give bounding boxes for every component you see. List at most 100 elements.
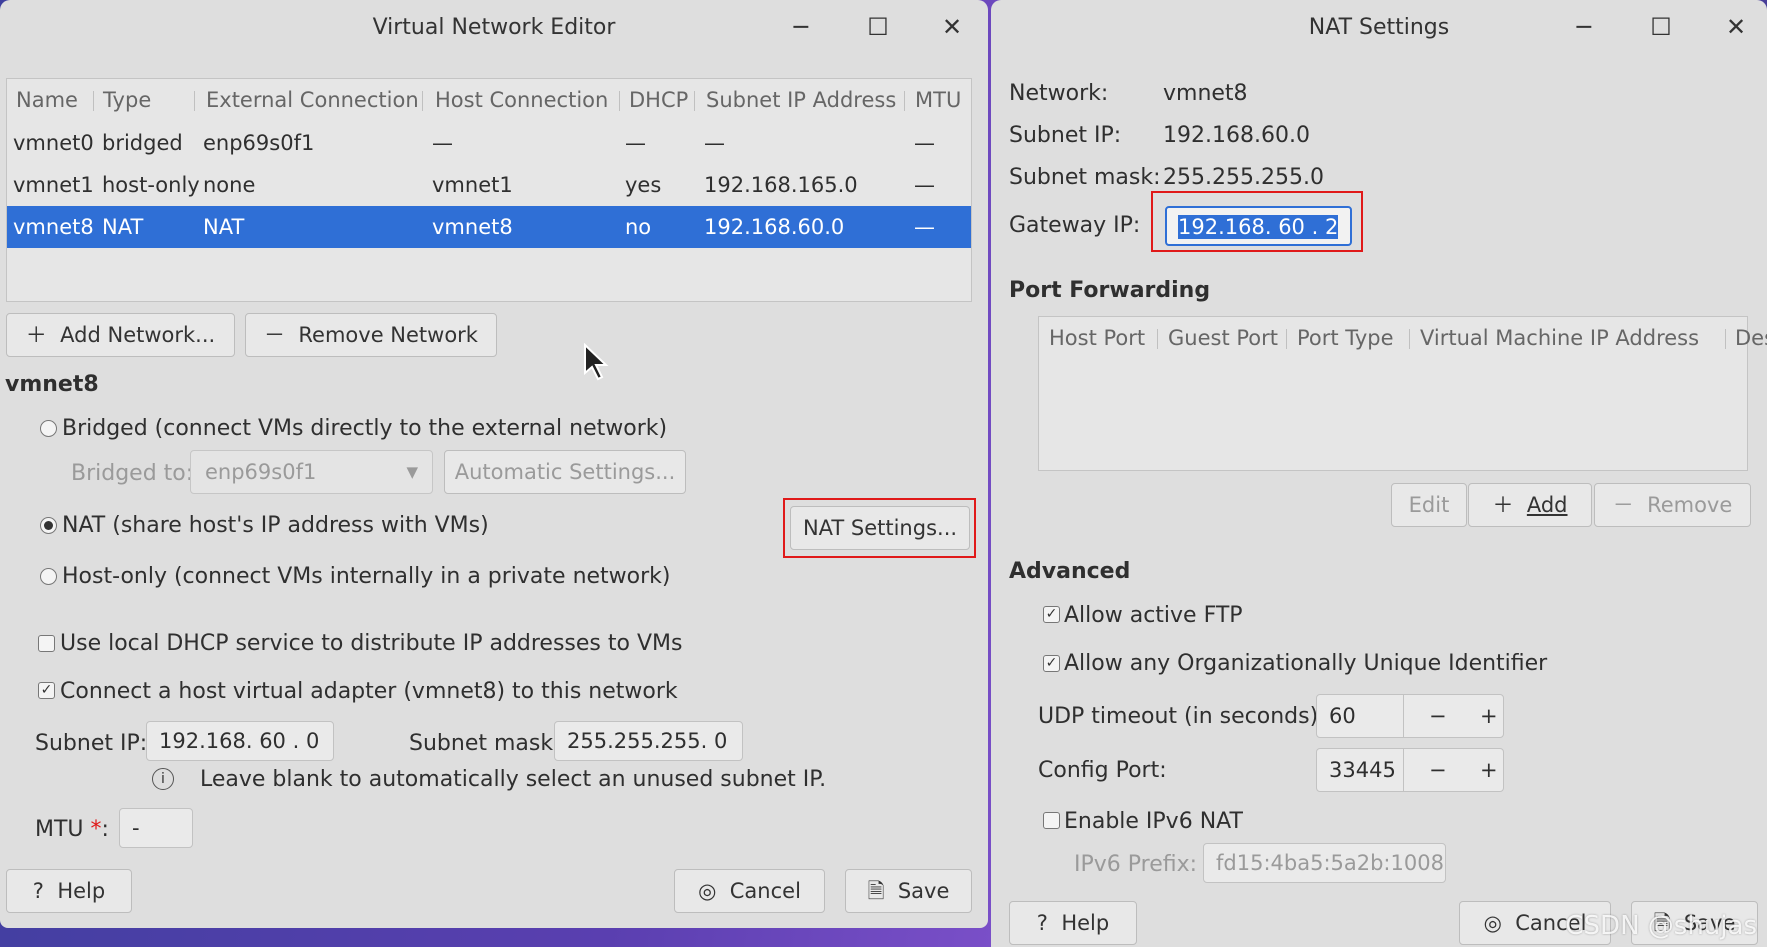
plus-icon: ＋ <box>1492 493 1514 517</box>
bridged-to-select[interactable]: enp69s0f1 ▼ <box>190 450 433 494</box>
add-network-button[interactable]: ＋ Add Network... <box>6 313 235 357</box>
gateway-label: Gateway IP: <box>1009 213 1141 238</box>
port-forwarding-table: Host Port Guest Port Port Type Virtual M… <box>1038 316 1767 471</box>
help-button[interactable]: ? Help <box>6 869 132 913</box>
remove-label: Remove <box>1647 493 1733 517</box>
mtu-label: MTU *: <box>35 817 109 842</box>
dhcp-label[interactable]: Use local DHCP service to distribute IP … <box>60 631 682 656</box>
adapter-label[interactable]: Connect a host virtual adapter (vmnet8) … <box>60 679 678 704</box>
cancel-label: Cancel <box>729 879 801 903</box>
enable-ipv6-checkbox[interactable] <box>1043 812 1060 829</box>
table-row[interactable]: vmnet1 host-only none vmnet1 yes 192.168… <box>7 164 971 206</box>
column-header-vm-ip[interactable]: Virtual Machine IP Address <box>1420 317 1699 359</box>
help-button[interactable]: ? Help <box>1009 901 1137 945</box>
close-icon[interactable]: ✕ <box>934 12 970 44</box>
udp-timeout-label: UDP timeout (in seconds): <box>1038 704 1326 729</box>
section-title: vmnet8 <box>5 372 99 397</box>
cell-dhcp: yes <box>625 173 662 197</box>
bridged-radio[interactable] <box>40 420 57 437</box>
config-port-label: Config Port: <box>1038 758 1167 783</box>
subnet-ip-input[interactable]: 192.168. 60 . 0 <box>146 721 334 761</box>
cell-host: vmnet8 <box>432 215 513 239</box>
cell-type: NAT <box>102 215 144 239</box>
hostonly-radio[interactable] <box>40 568 57 585</box>
automatic-settings-button[interactable]: Automatic Settings... <box>444 450 686 494</box>
cell-mtu: — <box>914 215 935 239</box>
bridged-label[interactable]: Bridged (connect VMs directly to the ext… <box>62 416 667 441</box>
titlebar: Virtual Network Editor ─ ☐ ✕ <box>0 0 988 58</box>
minimize-icon[interactable]: ─ <box>783 12 819 44</box>
save-button[interactable]: 🗎 Save <box>845 869 972 913</box>
advanced-title: Advanced <box>1009 559 1131 584</box>
save-label: Save <box>897 879 950 903</box>
column-header-port-type[interactable]: Port Type <box>1297 317 1394 359</box>
allow-oui-checkbox[interactable]: ✓ <box>1043 655 1060 672</box>
cell-mtu: — <box>914 131 935 155</box>
column-header-guest-port[interactable]: Guest Port <box>1168 317 1278 359</box>
allow-ftp-checkbox[interactable]: ✓ <box>1043 606 1060 623</box>
highlight-box <box>783 498 976 558</box>
edit-button[interactable]: Edit <box>1391 483 1467 527</box>
nat-radio[interactable] <box>40 517 57 534</box>
cancel-button[interactable]: ◎ Cancel <box>674 869 825 913</box>
remove-network-button[interactable]: － Remove Network <box>245 313 497 357</box>
increment-icon[interactable]: + <box>1480 695 1498 737</box>
minimize-icon[interactable]: ─ <box>1566 12 1602 44</box>
maximize-icon[interactable]: ☐ <box>860 12 896 44</box>
table-row-selected[interactable]: vmnet8 NAT NAT vmnet8 no 192.168.60.0 — <box>7 206 971 248</box>
minus-icon: － <box>264 323 286 347</box>
decrement-icon[interactable]: − <box>1429 749 1447 791</box>
cell-dhcp: no <box>625 215 652 239</box>
network-table: Name Type External Connection Host Conne… <box>6 78 972 302</box>
adapter-checkbox[interactable]: ✓ <box>38 682 55 699</box>
config-port-value: 33445 <box>1329 758 1396 782</box>
add-network-label: Add Network... <box>60 323 216 347</box>
cell-name: vmnet1 <box>13 173 94 197</box>
column-header-host-port[interactable]: Host Port <box>1049 317 1145 359</box>
column-header-host[interactable]: Host Connection <box>435 79 608 121</box>
column-header-description[interactable]: Desc <box>1735 317 1767 359</box>
window-title: Virtual Network Editor <box>372 15 616 40</box>
subnet-ip-label: Subnet IP: <box>35 731 148 756</box>
udp-timeout-stepper[interactable]: 60 − + <box>1316 694 1504 738</box>
column-header-subnet[interactable]: Subnet IP Address <box>706 79 896 121</box>
help-label: Help <box>1061 911 1110 935</box>
column-header-dhcp[interactable]: DHCP <box>629 79 688 121</box>
help-icon: ? <box>32 879 44 903</box>
help-label: Help <box>57 879 106 903</box>
decrement-icon[interactable]: − <box>1429 695 1447 737</box>
add-button[interactable]: ＋ Add <box>1468 483 1592 527</box>
remove-button[interactable]: － Remove <box>1594 483 1751 527</box>
port-forwarding-title: Port Forwarding <box>1009 278 1211 303</box>
increment-icon[interactable]: + <box>1480 749 1498 791</box>
cell-mtu: — <box>914 173 935 197</box>
allow-ftp-label[interactable]: Allow active FTP <box>1064 603 1243 628</box>
ipv6-prefix-input[interactable]: fd15:4ba5:5a2b:1008::/ <box>1203 843 1446 883</box>
column-header-external[interactable]: External Connection <box>206 79 419 121</box>
table-row[interactable]: vmnet0 bridged enp69s0f1 — — — — <box>7 122 971 164</box>
column-header-type[interactable]: Type <box>103 79 151 121</box>
subnet-ip-label: Subnet IP: <box>1009 123 1122 148</box>
cell-external: NAT <box>203 215 245 239</box>
cell-type: bridged <box>102 131 183 155</box>
config-port-stepper[interactable]: 33445 − + <box>1316 748 1504 792</box>
save-icon: 🗎 <box>867 879 885 903</box>
close-icon[interactable]: ✕ <box>1718 12 1754 44</box>
mtu-input[interactable]: - <box>119 808 193 848</box>
subnet-mask-value: 255.255.255.0 <box>1163 165 1324 190</box>
subnet-mask-input[interactable]: 255.255.255. 0 <box>554 721 743 761</box>
cell-external: enp69s0f1 <box>203 131 315 155</box>
info-icon: i <box>152 768 174 790</box>
enable-ipv6-label[interactable]: Enable IPv6 NAT <box>1064 809 1243 834</box>
cell-external: none <box>203 173 256 197</box>
column-header-mtu[interactable]: MTU <box>915 79 961 121</box>
allow-oui-label[interactable]: Allow any Organizationally Unique Identi… <box>1064 651 1547 676</box>
maximize-icon[interactable]: ☐ <box>1643 12 1679 44</box>
hostonly-label[interactable]: Host-only (connect VMs internally in a p… <box>62 564 671 589</box>
cancel-icon: ◎ <box>698 879 717 903</box>
column-header-name[interactable]: Name <box>16 79 78 121</box>
mouse-cursor-icon <box>584 343 609 381</box>
dhcp-checkbox[interactable] <box>38 635 55 652</box>
nat-label[interactable]: NAT (share host's IP address with VMs) <box>62 513 489 538</box>
network-value: vmnet8 <box>1163 81 1248 106</box>
